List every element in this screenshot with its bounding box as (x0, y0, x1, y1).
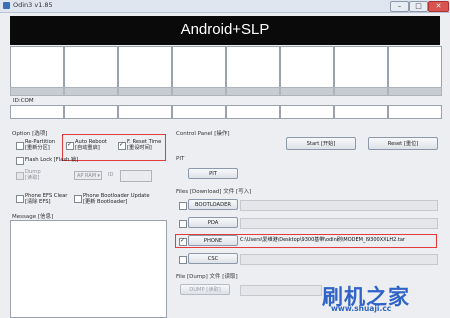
progress-bar (172, 87, 226, 96)
phone-bootloader-update-label-line2: [更新 Bootloader] (83, 199, 128, 205)
bootloader-button[interactable]: BOOTLOADER (188, 199, 238, 210)
flash-lock-label: Flash Lock [Flash 锁] (25, 157, 79, 163)
minimize-button[interactable]: – (390, 1, 409, 12)
bootloader-checkbox[interactable] (179, 202, 187, 210)
pda-path-field[interactable] (240, 218, 438, 229)
com-port-box (64, 105, 118, 119)
f-reset-time-label: F. Reset Time [重设时间] (127, 139, 161, 151)
watermark-url: www.shuaji.cc (331, 304, 392, 313)
progress-bar (226, 87, 280, 96)
dump-file-button[interactable]: DUMP [读取] (180, 284, 230, 295)
re-partition-label: Re-Partition [重新分区] (25, 139, 55, 151)
dump-label-line2: [读取] (25, 175, 40, 181)
progress-bar (64, 87, 118, 96)
progress-bar (10, 87, 64, 96)
dump-id-label: ID (108, 172, 114, 178)
control-panel-label: Control Panel [操作] (176, 131, 230, 137)
maximize-button[interactable]: □ (409, 1, 428, 12)
pda-button[interactable]: PDA (188, 217, 238, 228)
com-port-box (334, 105, 388, 119)
option-group-label: Option [选项] (12, 131, 48, 137)
port-slot (118, 46, 172, 88)
reset-button[interactable]: Reset [重位] (368, 137, 438, 150)
com-port-box (280, 105, 334, 119)
odin-window: Odin3 v1.85 – □ ✕ Android+SLP ID:COM Opt… (0, 0, 450, 318)
phone-efs-clear-label-line2: [清除 EFS] (25, 199, 51, 205)
pda-checkbox[interactable] (179, 220, 187, 228)
f-reset-time-label-line2: [重设时间] (127, 145, 152, 151)
port-slot (172, 46, 226, 88)
dump-path-field[interactable] (240, 285, 322, 296)
f-reset-time-checkbox[interactable] (118, 141, 126, 150)
dump-id-field[interactable] (120, 170, 152, 182)
phone-path-field[interactable]: C:\Users\爱维港\Desktop\9300基带\odin刷\MODEM_… (240, 235, 436, 245)
bootloader-path-field[interactable] (240, 200, 438, 211)
port-slot (64, 46, 118, 88)
phone-bootloader-update-checkbox[interactable] (74, 195, 82, 203)
app-icon (3, 2, 10, 9)
progress-bar (118, 87, 172, 96)
csc-checkbox[interactable] (179, 256, 187, 264)
com-port-box (118, 105, 172, 119)
close-button[interactable]: ✕ (428, 1, 449, 12)
dump-type-select[interactable]: AP RAM ▾ (74, 171, 102, 180)
progress-bar (334, 87, 388, 96)
pit-button[interactable]: PIT (188, 168, 238, 179)
phone-button[interactable]: PHONE (188, 235, 238, 246)
message-log[interactable] (10, 220, 167, 318)
phone-efs-clear-label: Phone EFS Clear [清除 EFS] (25, 193, 67, 205)
com-port-box (172, 105, 226, 119)
auto-reboot-label-line2: [自动重启] (75, 145, 100, 151)
com-port-box (388, 105, 442, 119)
progress-bar (280, 87, 334, 96)
com-port-box (226, 105, 280, 119)
progress-bar (388, 87, 442, 96)
phone-efs-clear-checkbox[interactable] (16, 195, 24, 203)
re-partition-checkbox[interactable] (16, 142, 24, 150)
port-slot (280, 46, 334, 88)
csc-button[interactable]: CSC (188, 253, 238, 264)
com-port-box (10, 105, 64, 119)
phone-bootloader-update-label: Phone Bootloader Update [更新 Bootloader] (83, 193, 150, 205)
dump-label: Dump [读取] (25, 169, 41, 181)
csc-path-field[interactable] (240, 254, 438, 265)
window-title: Odin3 v1.85 (13, 1, 53, 9)
auto-reboot-label: Auto Reboot [自动重启] (75, 139, 107, 151)
start-button[interactable]: Start [开始] (286, 137, 356, 150)
port-slot (10, 46, 64, 88)
port-slot (388, 46, 442, 88)
title-bar: Odin3 v1.85 – □ ✕ (0, 0, 450, 13)
dump-type-value: AP RAM (77, 173, 97, 179)
id-com-label: ID:COM (13, 98, 34, 104)
files-group-label: Files [Download] 文件 [写入] (176, 189, 252, 195)
flash-lock-checkbox[interactable] (16, 157, 24, 165)
port-slot (226, 46, 280, 88)
pit-group-label: PIT (176, 156, 185, 162)
port-slot (334, 46, 388, 88)
message-group-label: Message [信息] (12, 214, 54, 220)
re-partition-label-line2: [重新分区] (25, 145, 50, 151)
header-banner: Android+SLP (10, 16, 440, 45)
chevron-down-icon: ▾ (97, 173, 100, 179)
auto-reboot-checkbox[interactable] (66, 141, 74, 150)
banner-title: Android+SLP (180, 21, 270, 38)
dump-file-group-label: File [Dump] 文件 [读取] (176, 274, 238, 280)
phone-checkbox[interactable] (179, 237, 187, 246)
dump-checkbox[interactable] (16, 172, 24, 180)
